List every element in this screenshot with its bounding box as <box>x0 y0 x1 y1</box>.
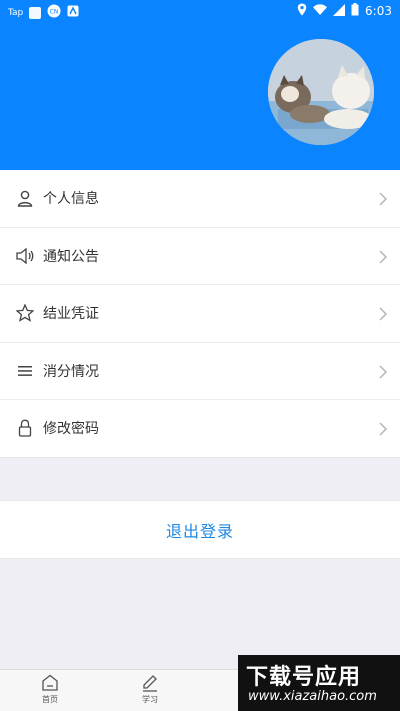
menu-item-label: 通知公告 <box>43 248 99 265</box>
profile-header: Tap CN 6:03 <box>0 0 400 170</box>
pencil-icon <box>143 675 157 692</box>
star-icon <box>16 304 34 323</box>
menu-item-label: 消分情况 <box>43 363 99 380</box>
location-icon <box>297 3 307 19</box>
cat-avatar-image <box>268 39 374 145</box>
tab-home[interactable]: 首页 <box>30 674 70 705</box>
chevron-right-icon <box>378 306 388 321</box>
status-time: 6:03 <box>365 4 392 18</box>
chevron-right-icon <box>378 421 388 436</box>
app-square-icon <box>29 6 42 19</box>
settings-menu: 个人信息 通知公告 结业凭证 消分情况 修改密码 <box>0 170 400 458</box>
status-tap-label: Tap <box>8 7 24 18</box>
menu-item-label: 结业凭证 <box>43 306 99 323</box>
menu-item-label: 个人信息 <box>43 191 99 208</box>
menu-item-personal-info[interactable]: 个人信息 <box>0 170 400 228</box>
menu-item-change-password[interactable]: 修改密码 <box>0 400 400 458</box>
list-icon <box>16 362 34 380</box>
site-watermark: 下载号应用 www.xiazaihao.com <box>238 655 400 711</box>
cn-icon: CN <box>47 4 61 21</box>
tab-label: 学习 <box>142 695 158 704</box>
menu-item-points-status[interactable]: 消分情况 <box>0 343 400 400</box>
tab-label: 首页 <box>42 695 58 704</box>
avatar[interactable] <box>268 39 374 145</box>
menu-item-certificate[interactable]: 结业凭证 <box>0 285 400 343</box>
menu-item-notices[interactable]: 通知公告 <box>0 228 400 285</box>
home-icon <box>42 674 58 691</box>
watermark-title: 下载号应用 <box>246 665 362 690</box>
chevron-right-icon <box>378 249 388 264</box>
a-square-icon <box>67 5 79 20</box>
chevron-right-icon <box>378 191 388 206</box>
wifi-icon <box>313 4 328 18</box>
menu-item-label: 修改密码 <box>43 421 99 438</box>
person-icon <box>16 189 34 207</box>
status-bar: Tap CN 6:03 <box>0 0 400 22</box>
logout-button[interactable]: 退出登录 <box>0 500 400 559</box>
battery-icon <box>351 3 359 19</box>
svg-text:CN: CN <box>50 9 59 16</box>
logout-label: 退出登录 <box>165 521 234 541</box>
chevron-right-icon <box>378 364 388 379</box>
watermark-url: www.xiazaihao.com <box>248 689 377 704</box>
tab-study[interactable]: 学习 <box>130 674 170 705</box>
signal-icon <box>333 3 346 19</box>
lock-icon <box>16 419 34 437</box>
speaker-icon <box>16 247 34 265</box>
